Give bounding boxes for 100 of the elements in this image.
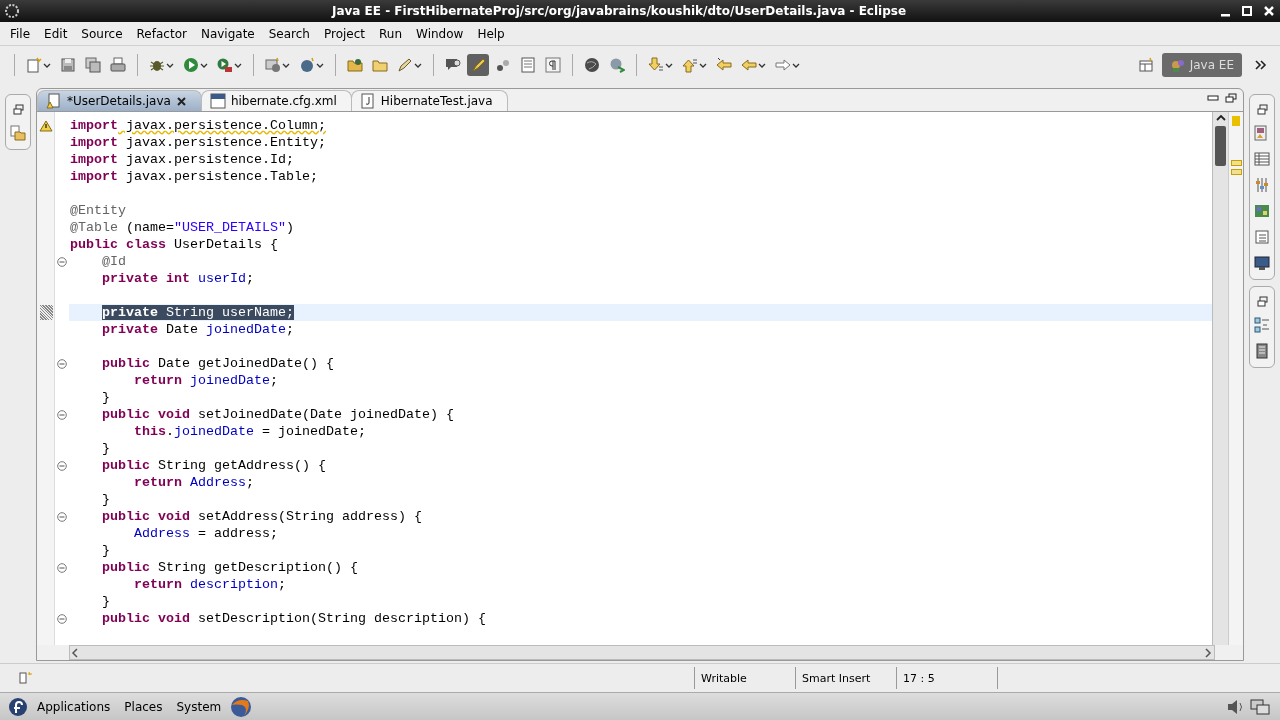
caret-icon[interactable]	[792, 61, 800, 69]
code-line: private int userId;	[101, 270, 255, 287]
scroll-right-icon[interactable]	[1202, 646, 1214, 659]
save-icon[interactable]	[60, 57, 76, 73]
status-field: Writable	[694, 667, 795, 689]
pen-icon[interactable]	[397, 57, 413, 73]
collapse-icon[interactable]	[57, 562, 67, 573]
open-perspective-icon[interactable]	[1137, 57, 1154, 73]
caret-icon[interactable]	[200, 61, 208, 69]
caret-icon[interactable]	[282, 61, 290, 69]
java-file-warning-icon	[46, 93, 62, 109]
menu-item[interactable]: Help	[470, 24, 512, 43]
document-icon[interactable]	[520, 57, 536, 73]
menu-item[interactable]: Edit	[37, 24, 75, 43]
code-line: @Entity	[69, 202, 127, 219]
menu-item[interactable]: File	[3, 24, 38, 43]
panel-menu[interactable]: System	[171, 697, 227, 716]
package-explorer-icon[interactable]	[10, 125, 26, 141]
caret-icon[interactable]	[316, 61, 324, 69]
menu-item[interactable]: Run	[372, 24, 410, 43]
caret-icon[interactable]	[166, 61, 174, 69]
caret-icon[interactable]	[665, 61, 673, 69]
code-line: import javax.persistence.Id;	[69, 151, 295, 168]
code-line: public String getAddress() {	[101, 457, 327, 474]
status-field: 17 : 5	[896, 667, 998, 689]
caret-icon[interactable]	[234, 61, 242, 69]
restore-icon[interactable]	[1256, 103, 1268, 115]
run-icon[interactable]	[183, 57, 199, 73]
code-line: return description;	[133, 576, 287, 593]
globe-icon[interactable]	[584, 57, 600, 73]
dots-icon[interactable]	[495, 57, 511, 73]
code-line: public class UserDetails {	[69, 236, 279, 253]
panel-menu[interactable]: Applications	[32, 697, 116, 716]
menu-item[interactable]: Window	[409, 24, 471, 43]
tree-list-icon[interactable]	[1254, 317, 1270, 333]
scrollbar-thumb[interactable]	[1215, 126, 1226, 166]
monitor-icon[interactable]	[1254, 255, 1270, 271]
folder-icon[interactable]	[372, 57, 388, 73]
code-line: import javax.persistence.Entity;	[69, 134, 327, 151]
horizontal-scrollbar[interactable]	[69, 645, 1215, 660]
caret-icon[interactable]	[699, 61, 707, 69]
code-line: return joinedDate;	[133, 372, 279, 389]
sliders-icon[interactable]	[1254, 177, 1270, 193]
image-document-icon[interactable]	[1254, 125, 1270, 141]
collapse-icon[interactable]	[57, 613, 67, 624]
menu-item[interactable]: Search	[261, 24, 317, 43]
warning-marker[interactable]	[1232, 116, 1240, 126]
console-icon[interactable]	[1254, 343, 1270, 359]
run-tool-icon[interactable]	[217, 57, 233, 73]
menu-item[interactable]: Navigate	[193, 24, 262, 43]
code-line: @Table (name="USER_DETAILS")	[69, 219, 295, 236]
network-icon[interactable]	[1250, 696, 1270, 717]
code-line: return Address;	[133, 474, 255, 491]
editor-tab[interactable]: *UserDetails.java	[37, 90, 202, 111]
table-icon[interactable]	[1254, 151, 1270, 167]
menu-item[interactable]: Source	[74, 24, 130, 43]
paragraph-icon[interactable]	[545, 57, 561, 73]
printer-icon[interactable]	[110, 57, 126, 73]
caret-icon[interactable]	[43, 61, 51, 69]
vertical-scrollbar[interactable]	[1212, 112, 1228, 645]
xml-file-icon	[209, 93, 226, 109]
maximize-icon[interactable]	[1225, 93, 1237, 103]
caret-icon[interactable]	[414, 61, 422, 69]
collapse-icon[interactable]	[57, 256, 67, 267]
code-line: public void setAddress(String address) {	[101, 508, 423, 525]
last-edit-icon[interactable]	[716, 57, 732, 73]
code-line: @Id	[101, 253, 127, 270]
highlight-toggle[interactable]	[467, 54, 489, 76]
perspective-button[interactable]: Java EE	[1161, 53, 1242, 77]
code-line: public void setJoinedDate(Date joinedDate) {	[101, 406, 455, 423]
occurrence-marker[interactable]	[1230, 160, 1242, 166]
servers-icon[interactable]	[1254, 203, 1270, 219]
occurrence-marker[interactable]	[1230, 169, 1242, 175]
save-all-icon[interactable]	[85, 57, 101, 73]
editor-tab[interactable]: hibernate.cfg.xml	[200, 90, 352, 111]
fedora-logo-icon[interactable]	[8, 696, 28, 717]
editor-tab[interactable]: HibernateTest.java	[350, 90, 508, 111]
code-line: this.joinedDate = joinedDate;	[133, 423, 367, 440]
restore-icon[interactable]	[1256, 295, 1268, 307]
code-line: }	[101, 542, 111, 559]
caret-icon[interactable]	[758, 61, 766, 69]
minimize-icon[interactable]	[1207, 93, 1219, 103]
folder-icon[interactable]	[347, 57, 363, 73]
collapse-icon[interactable]	[57, 460, 67, 471]
fast-view-icon[interactable]	[18, 670, 34, 686]
code-line: public void setDescription(String description) {	[101, 610, 487, 627]
chevron-icon[interactable]	[1254, 58, 1268, 72]
panel-menu[interactable]: Places	[119, 697, 168, 716]
close-icon[interactable]	[175, 95, 187, 107]
menu-item[interactable]: Refactor	[129, 24, 194, 43]
restore-icon[interactable]	[12, 103, 24, 115]
speech-bubble-icon[interactable]	[445, 57, 461, 73]
collapse-icon[interactable]	[57, 358, 67, 369]
java-file-icon	[359, 93, 376, 109]
menu-item[interactable]: Project	[316, 24, 373, 43]
collapse-icon[interactable]	[57, 511, 67, 522]
browser-globe-icon[interactable]	[230, 695, 253, 718]
collapse-icon[interactable]	[57, 409, 67, 420]
maximize-icon[interactable]	[1240, 4, 1254, 18]
highlighter-icon	[470, 57, 486, 73]
